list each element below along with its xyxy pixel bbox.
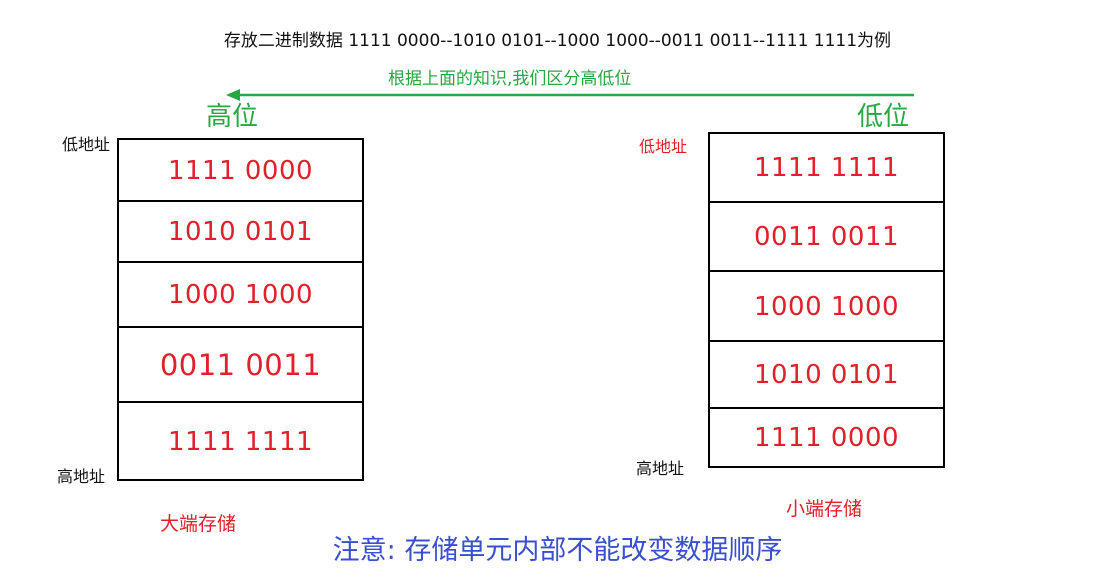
little-endian-low-address: 低地址 — [639, 137, 688, 156]
high-label: 高位 — [206, 102, 259, 132]
little-endian-high-address: 高地址 — [636, 459, 685, 478]
little-endian-cell: 1111 0000 — [753, 423, 900, 453]
little-endian-cell: 1111 1111 — [753, 153, 900, 183]
little-endian-cell: 0011 0011 — [753, 222, 900, 252]
big-endian-memory-block: 1111 0000 1010 0101 1000 1000 0011 0011 … — [117, 138, 364, 481]
little-endian-cell: 1010 0101 — [753, 360, 900, 390]
bottom-note: 注意: 存储单元内部不能改变数据顺序 — [332, 535, 783, 566]
big-endian-cell: 1010 0101 — [167, 217, 314, 247]
big-endian-low-address: 低地址 — [62, 135, 111, 154]
little-endian-memory-block: 1111 1111 0011 0011 1000 1000 1010 0101 … — [708, 132, 945, 468]
big-endian-high-address: 高地址 — [57, 467, 106, 486]
big-endian-cell: 0011 0011 — [159, 347, 322, 382]
little-endian-cell: 1000 1000 — [753, 291, 900, 322]
big-endian-cell: 1111 1111 — [167, 427, 314, 457]
low-label: 低位 — [857, 102, 910, 132]
big-endian-cell: 1000 1000 — [167, 279, 314, 310]
big-endian-cell: 1111 0000 — [167, 155, 314, 186]
little-endian-caption: 小端存储 — [786, 498, 863, 520]
arrow-note: 根据上面的知识,我们区分高低位 — [388, 69, 632, 89]
